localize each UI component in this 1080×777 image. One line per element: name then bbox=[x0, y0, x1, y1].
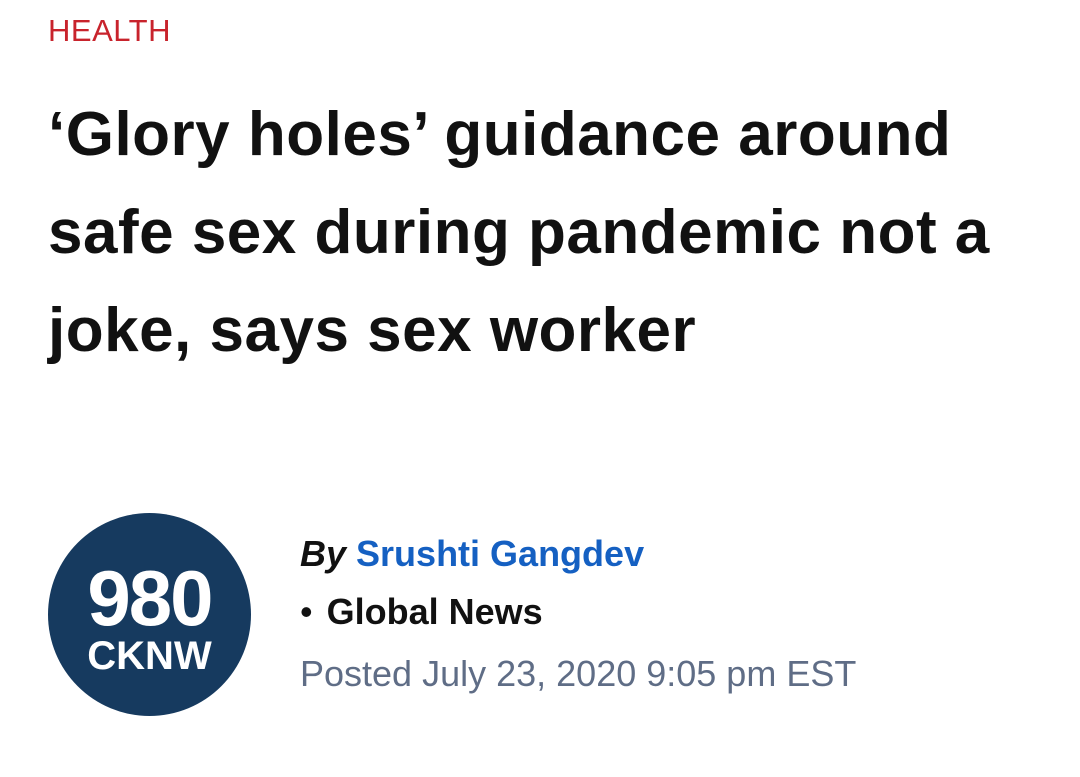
source-line: • Global News bbox=[300, 583, 543, 641]
logo-number: 980 bbox=[87, 553, 213, 642]
by-label: By bbox=[300, 533, 347, 574]
cknw-logo: 980 CKNW bbox=[48, 513, 251, 716]
bullet-separator: • bbox=[300, 591, 313, 632]
source-name: Global News bbox=[326, 591, 543, 632]
posted-timestamp: Posted July 23, 2020 9:05 pm EST bbox=[300, 653, 857, 694]
logo-callsign: CKNW bbox=[87, 633, 212, 678]
category-label[interactable]: HEALTH bbox=[48, 12, 171, 50]
byline: By Srushti Gangdev bbox=[300, 525, 644, 583]
author-link[interactable]: Srushti Gangdev bbox=[356, 533, 644, 574]
article-headline: ‘Glory holes’ guidance around safe sex d… bbox=[48, 100, 990, 365]
